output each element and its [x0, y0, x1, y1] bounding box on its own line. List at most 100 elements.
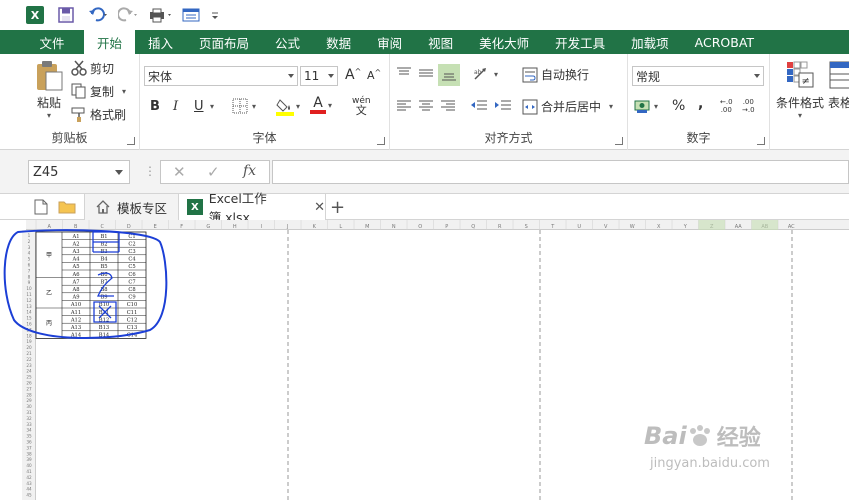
paste-button[interactable]: 粘贴 ▾	[30, 60, 68, 120]
close-tab-icon[interactable]: ✕	[314, 200, 325, 215]
table-cell: C12	[127, 317, 138, 323]
underline-button[interactable]: U	[194, 99, 204, 114]
insert-function-icon[interactable]: fx	[243, 163, 256, 179]
formula-input[interactable]	[272, 160, 849, 184]
column-letter: AC	[788, 224, 795, 230]
decrease-decimal-button[interactable]: .00 →.0	[742, 98, 755, 114]
number-format-select[interactable]: 常规	[632, 66, 764, 86]
table-cell: A4	[71, 257, 80, 263]
currency-icon	[634, 100, 650, 113]
enter-icon[interactable]: ✓	[207, 163, 220, 181]
align-right-button[interactable]	[440, 99, 456, 113]
clipboard-launcher-icon[interactable]	[127, 137, 135, 145]
row-number: 22	[26, 357, 32, 362]
merge-center-button[interactable]: 合并后居中 ▾	[522, 98, 613, 115]
tab-insert[interactable]: 插入	[135, 30, 186, 54]
currency-button[interactable]: ▾	[634, 98, 658, 114]
tab-developer[interactable]: 开发工具	[542, 30, 618, 54]
table-cell: C9	[128, 295, 135, 301]
comma-button[interactable]: ,	[698, 96, 703, 112]
table-cell: C3	[128, 249, 135, 255]
percent-button[interactable]: %	[672, 98, 685, 114]
underline-dropdown-icon[interactable]: ▾	[210, 102, 214, 111]
row-number: 21	[26, 351, 32, 356]
align-right-icon	[441, 100, 455, 111]
form-icon[interactable]	[182, 3, 200, 27]
table-format-button[interactable]: 表格	[828, 60, 849, 111]
font-color-button[interactable]: A ▾	[310, 96, 332, 114]
tab-file[interactable]: 文件	[20, 30, 84, 54]
clipboard-group-label: 剪贴板	[51, 131, 88, 145]
orientation-button[interactable]: ab ▾	[472, 66, 498, 82]
font-name-select[interactable]: 宋体	[144, 66, 298, 86]
fill-color-button[interactable]: ▾	[276, 96, 300, 116]
font-size-select[interactable]: 11	[300, 66, 338, 86]
table-format-label: 表格	[828, 96, 849, 110]
tab-view[interactable]: 视图	[415, 30, 466, 54]
decrease-indent-button[interactable]	[470, 99, 488, 113]
tab-template-zone[interactable]: 模板专区	[84, 194, 178, 220]
grow-font-label: A	[345, 67, 355, 83]
align-middle-button[interactable]	[418, 66, 434, 80]
redo-icon[interactable]	[118, 3, 140, 27]
align-center-button[interactable]	[418, 99, 434, 113]
row-number: 10	[26, 286, 32, 291]
align-left-button[interactable]	[396, 99, 412, 113]
tab-beautify-master[interactable]: 美化大师	[466, 30, 542, 54]
tab-review[interactable]: 审阅	[364, 30, 415, 54]
tab-home[interactable]: 开始	[84, 30, 136, 54]
bold-button[interactable]: B	[150, 99, 160, 114]
table-cell: C10	[127, 302, 138, 308]
shrink-font-button[interactable]: A ^	[367, 68, 381, 82]
format-painter-button[interactable]: 格式刷	[70, 105, 126, 123]
table-cell: C6	[128, 272, 135, 278]
clipboard-group: 粘贴 ▾ 剪切 复制 ▾ 格式刷 剪贴板	[0, 54, 140, 150]
wrap-text-button[interactable]: 自动换行	[522, 66, 589, 83]
name-box[interactable]: Z45	[28, 160, 130, 184]
increase-indent-icon	[495, 100, 511, 110]
copy-icon	[71, 83, 86, 99]
align-center-icon	[419, 100, 433, 111]
tab-page-layout[interactable]: 页面布局	[186, 30, 262, 54]
tab-data[interactable]: 数据	[313, 30, 364, 54]
font-launcher-icon[interactable]	[377, 137, 385, 145]
phonetic-button[interactable]: wén 文	[352, 96, 371, 116]
add-tab-button[interactable]: +	[330, 194, 345, 220]
table-format-icon	[829, 61, 849, 89]
cut-label: 剪切	[90, 61, 115, 76]
tab-acrobat[interactable]: ACROBAT	[682, 30, 767, 54]
conditional-format-button[interactable]: ≠ 条件格式 ▾	[774, 60, 826, 120]
merge-center-icon	[522, 99, 538, 114]
align-bottom-button[interactable]	[438, 64, 460, 86]
row-number: 43	[26, 481, 32, 486]
column-letter: S	[525, 224, 528, 230]
increase-decimal-button[interactable]: ←.0.00	[720, 98, 733, 114]
cancel-icon[interactable]: ✕	[173, 163, 186, 181]
customize-icon[interactable]	[210, 3, 220, 27]
new-document-icon[interactable]	[34, 194, 48, 220]
tab-addins[interactable]: 加载项	[618, 30, 682, 54]
row-number: 28	[26, 392, 32, 397]
worksheet-page-layout[interactable]: ABCDEFGHIJKLMNOPQRSTUVWXYZAAABAC12345678…	[0, 220, 849, 500]
format-painter-icon	[71, 107, 85, 122]
align-top-button[interactable]	[396, 66, 412, 80]
tab-workbook[interactable]: X Excel工作簿.xlsx ✕	[178, 191, 326, 225]
row-number: 45	[26, 493, 32, 498]
copy-button[interactable]: 复制 ▾	[70, 82, 126, 100]
alignment-launcher-icon[interactable]	[615, 137, 623, 145]
italic-button[interactable]: I	[173, 99, 178, 114]
column-letter: I	[261, 224, 262, 230]
number-launcher-icon[interactable]	[757, 137, 765, 145]
border-button[interactable]: ▾	[232, 98, 256, 114]
table-group-label: 甲	[46, 252, 52, 259]
cut-button[interactable]: 剪切	[70, 59, 114, 77]
save-icon[interactable]	[58, 3, 74, 27]
open-folder-icon[interactable]	[58, 194, 76, 220]
table-cell: A6	[71, 272, 79, 278]
tab-formulas[interactable]: 公式	[262, 30, 313, 54]
grow-font-button[interactable]: A ^	[345, 67, 361, 84]
increase-indent-button[interactable]	[494, 99, 512, 113]
format-painter-label: 格式刷	[90, 107, 127, 122]
print-preview-icon[interactable]	[148, 3, 174, 27]
undo-icon[interactable]	[88, 3, 110, 27]
